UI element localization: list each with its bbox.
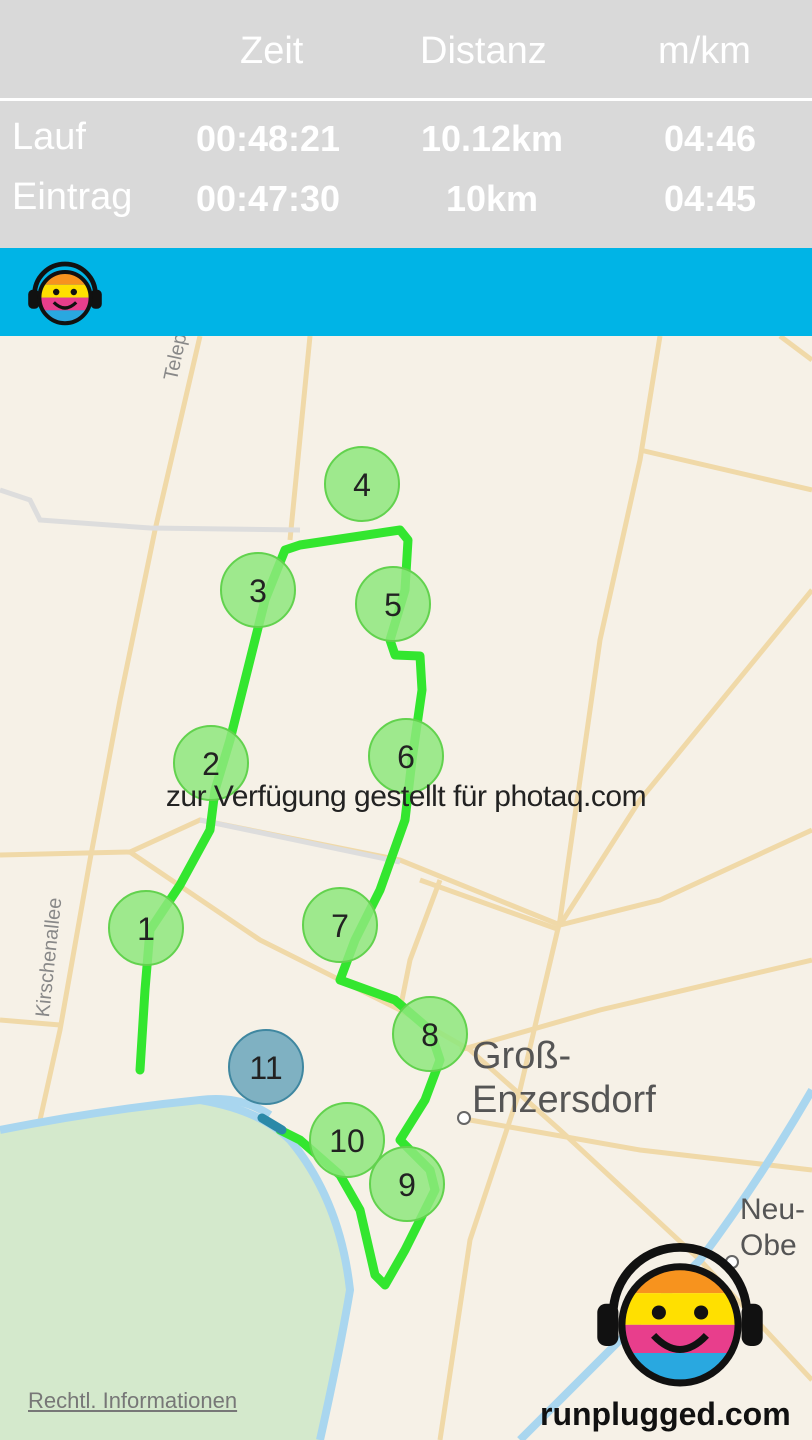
km-marker-1-label: 1 xyxy=(137,911,155,947)
town-name-line2: Enzersdorf xyxy=(472,1079,656,1121)
km-marker-11[interactable]: 11 xyxy=(228,1029,304,1105)
eintrag-distanz: 10km xyxy=(445,178,539,219)
col-header-zeit: Zeit xyxy=(240,30,304,72)
km-marker-9-label: 9 xyxy=(398,1167,416,1203)
km-marker-3[interactable]: 3 xyxy=(220,552,296,628)
km-marker-8-label: 8 xyxy=(421,1017,439,1053)
town-name: Groß- Enzersdorf xyxy=(472,1034,656,1122)
km-marker-9[interactable]: 9 xyxy=(369,1146,445,1222)
km-marker-2-label: 2 xyxy=(202,746,220,782)
km-marker-10-label: 10 xyxy=(329,1123,365,1159)
row-label-eintrag: Eintrag xyxy=(12,176,133,218)
eintrag-pace: 04:45 xyxy=(663,178,757,219)
col-header-pace: m/km xyxy=(658,30,751,72)
stats-panel: Zeit Distanz m/km Lauf 00:48:21 10.12km … xyxy=(0,0,812,248)
km-marker-10[interactable]: 10 xyxy=(309,1102,385,1178)
brand-url: runplugged.com xyxy=(540,1396,791,1432)
row-label-lauf: Lauf xyxy=(12,116,86,158)
km-marker-5-label: 5 xyxy=(384,587,402,623)
header-divider xyxy=(0,98,812,101)
km-marker-7[interactable]: 7 xyxy=(302,887,378,963)
runplugged-logo-icon xyxy=(597,1243,763,1387)
km-marker-4-label: 4 xyxy=(353,467,371,503)
km-marker-5[interactable]: 5 xyxy=(355,566,431,642)
neu-name-line1: Neu- xyxy=(740,1193,806,1226)
legal-info-link[interactable]: Rechtl. Informationen xyxy=(28,1388,237,1414)
app-bar xyxy=(0,248,812,336)
col-header-distanz: Distanz xyxy=(420,30,547,72)
km-marker-8[interactable]: 8 xyxy=(392,996,468,1072)
lauf-pace: 04:46 xyxy=(663,118,757,159)
lauf-zeit: 00:48:21 xyxy=(195,118,341,159)
km-marker-1[interactable]: 1 xyxy=(108,890,184,966)
km-marker-4[interactable]: 4 xyxy=(324,446,400,522)
town-name-line1: Groß- xyxy=(472,1035,572,1077)
km-marker-3-label: 3 xyxy=(249,573,267,609)
lauf-distanz: 10.12km xyxy=(420,118,564,159)
smiley-headphones-icon[interactable] xyxy=(24,256,106,328)
town-dot xyxy=(457,1111,471,1125)
km-marker-6-label: 6 xyxy=(397,739,415,775)
km-marker-7-label: 7 xyxy=(331,908,349,944)
km-marker-11-label: 11 xyxy=(249,1050,282,1086)
eintrag-zeit: 00:47:30 xyxy=(195,178,341,219)
watermark-text: zur Verfügung gestellt für photaq.com xyxy=(165,780,647,813)
